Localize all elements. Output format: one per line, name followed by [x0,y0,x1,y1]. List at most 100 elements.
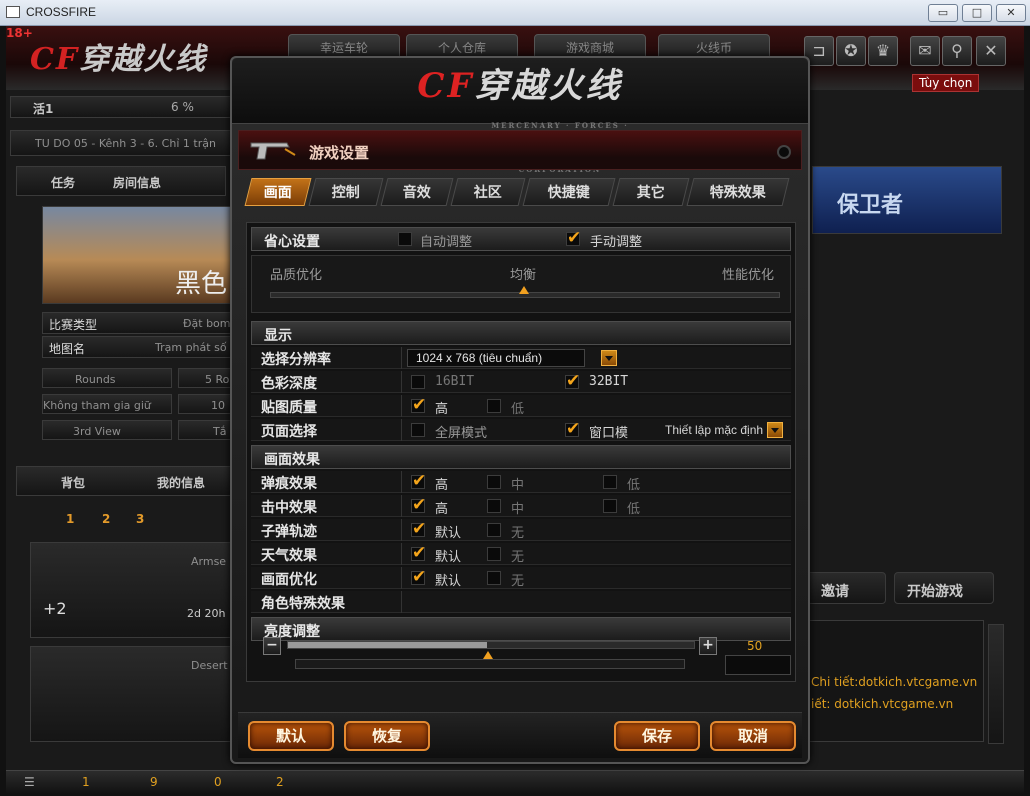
color-depth-row: 色彩深度 16BIT 32BIT [251,371,791,393]
map-preview-label: 黑色 [175,269,228,299]
rounds-value: 5 Ro [205,373,230,386]
brightness-slider-track[interactable] [295,659,685,669]
view-select[interactable]: 3rd View [42,420,172,440]
brightness-bar [287,641,695,649]
menu-icon[interactable]: ☰ [24,775,35,789]
auto-adjust-checkbox[interactable] [398,232,412,246]
tab-room-info[interactable]: 房间信息 [113,174,161,191]
inventory-item-1[interactable]: +2 Armse 2d 20h [30,542,232,638]
dialog-close-button[interactable] [777,145,791,159]
trail-default-label: 默认 [435,526,462,541]
badge-icon[interactable]: ✪ [836,36,866,66]
tab-sound[interactable]: 音效 [380,178,454,206]
quality-slider-thumb[interactable] [519,286,529,294]
balance-label: 均衡 [510,268,537,283]
page-mode-row: 页面选择 全屏模式 窗口模 Thiết lập mặc định [251,419,791,441]
color-32bit-checkbox[interactable] [565,371,580,391]
manual-adjust-checkbox[interactable] [566,228,581,248]
bullet-mark-high-checkbox[interactable] [411,471,426,491]
bullet-mark-mid-checkbox[interactable] [487,475,501,489]
page-2-button[interactable]: 2 [102,512,110,526]
hit-low-checkbox[interactable] [603,499,617,513]
rounds-value-select[interactable]: 5 Ro [178,368,232,388]
minimize-button[interactable]: ▭ [928,4,958,22]
color-16bit-checkbox[interactable] [411,375,425,389]
start-game-button[interactable]: 开始游戏 [894,572,994,604]
bullet-mark-low-checkbox[interactable] [603,475,617,489]
default-button[interactable]: 默认 [248,721,334,751]
save-button[interactable]: 保存 [614,721,700,751]
cancel-button[interactable]: 取消 [710,721,796,751]
lobby-close-icon[interactable]: ✕ [976,36,1006,66]
chat-scrollbar[interactable] [988,624,1004,744]
chat-line-2: iết: dotkich.vtcgame.vn [811,697,954,711]
row-separator [401,371,402,393]
tab-community[interactable]: 社区 [450,178,526,206]
join-mode-select[interactable]: Không tham gia giữ [42,394,172,414]
row-separator [401,567,402,589]
chat-line-1: Chi tiết:dotkich.vtcgame.vn [811,675,978,689]
optimize-default-label: 默认 [435,574,462,589]
auto-adjust-label: 自动调整 [420,235,473,250]
weather-default-label: 默认 [435,550,462,565]
mail-icon[interactable]: ✉ [910,36,940,66]
tab-graphics[interactable]: 画面 [244,178,312,206]
brightness-minus-button[interactable]: − [263,637,281,655]
level-label: 活1 [33,102,54,116]
players-count: 1 [82,775,90,789]
worry-free-label: 省心设置 [264,234,320,250]
preset-select[interactable]: Thiết lập mặc định [665,423,763,437]
restore-button[interactable]: 恢复 [344,721,430,751]
hit-mid-checkbox[interactable] [487,499,501,513]
optimize-none-checkbox[interactable] [487,571,501,585]
texture-high-checkbox[interactable] [411,395,426,415]
weather-default-checkbox[interactable] [411,543,426,563]
page-3-button[interactable]: 3 [136,512,144,526]
maximize-button[interactable]: □ [962,4,992,22]
bullet-trail-row: 子弹轨迹 默认 无 [251,519,791,541]
view-value-select[interactable]: Tắ [178,420,232,440]
window-close-button[interactable]: ✕ [996,4,1026,22]
resolution-select[interactable]: 1024 x 768 (tiêu chuẩn) [407,349,585,367]
brightness-slider-thumb[interactable] [483,651,493,659]
inventory-item-2[interactable]: Desert [30,646,232,742]
bullet-mark-row: 弹痕效果 高 中 低 [251,471,791,493]
tab-hotkeys[interactable]: 快捷键 [522,178,616,206]
weather-none-checkbox[interactable] [487,547,501,561]
rounds-select[interactable]: Rounds [42,368,172,388]
effects-section-label: 画面效果 [264,452,320,468]
texture-low-checkbox[interactable] [487,399,501,413]
promo-banner[interactable]: 保卫者 [812,166,1002,234]
performance-label: 性能优化 [722,268,775,283]
resolution-dropdown-button[interactable] [601,350,617,366]
view-value: Tắ [213,425,227,438]
clan-count: 9 [150,775,158,789]
windowed-checkbox[interactable] [565,419,580,439]
tab-controls[interactable]: 控制 [308,178,384,206]
wrench-icon[interactable]: ⚲ [942,36,972,66]
trail-default-checkbox[interactable] [411,519,426,539]
match-type-value: Đặt bom [183,317,231,330]
join-value: 10 [211,399,225,412]
page-1-button[interactable]: 1 [66,512,74,526]
rounds-select-label: Rounds [75,373,116,386]
tab-bag[interactable]: 背包 [61,474,85,491]
trophy-icon[interactable]: ♛ [868,36,898,66]
optimize-default-checkbox[interactable] [411,567,426,587]
texture-high-label: 高 [435,402,449,417]
optimize-label: 画面优化 [261,572,317,588]
weather-none-label: 无 [511,550,525,565]
row-separator [401,347,402,369]
fullscreen-checkbox[interactable] [411,423,425,437]
join-value-select[interactable]: 10 [178,394,232,414]
brightness-plus-button[interactable]: + [699,637,717,655]
tab-special-effects[interactable]: 特殊效果 [686,178,790,206]
tab-missions[interactable]: 任务 [51,174,75,191]
trail-none-checkbox[interactable] [487,523,501,537]
item1-upgrade: +2 [43,599,67,618]
hit-high-checkbox[interactable] [411,495,426,515]
tab-other[interactable]: 其它 [612,178,690,206]
brightness-value: 50 [747,639,763,653]
tab-my-info[interactable]: 我的信息 [157,474,205,491]
preset-dropdown-button[interactable] [767,422,783,438]
